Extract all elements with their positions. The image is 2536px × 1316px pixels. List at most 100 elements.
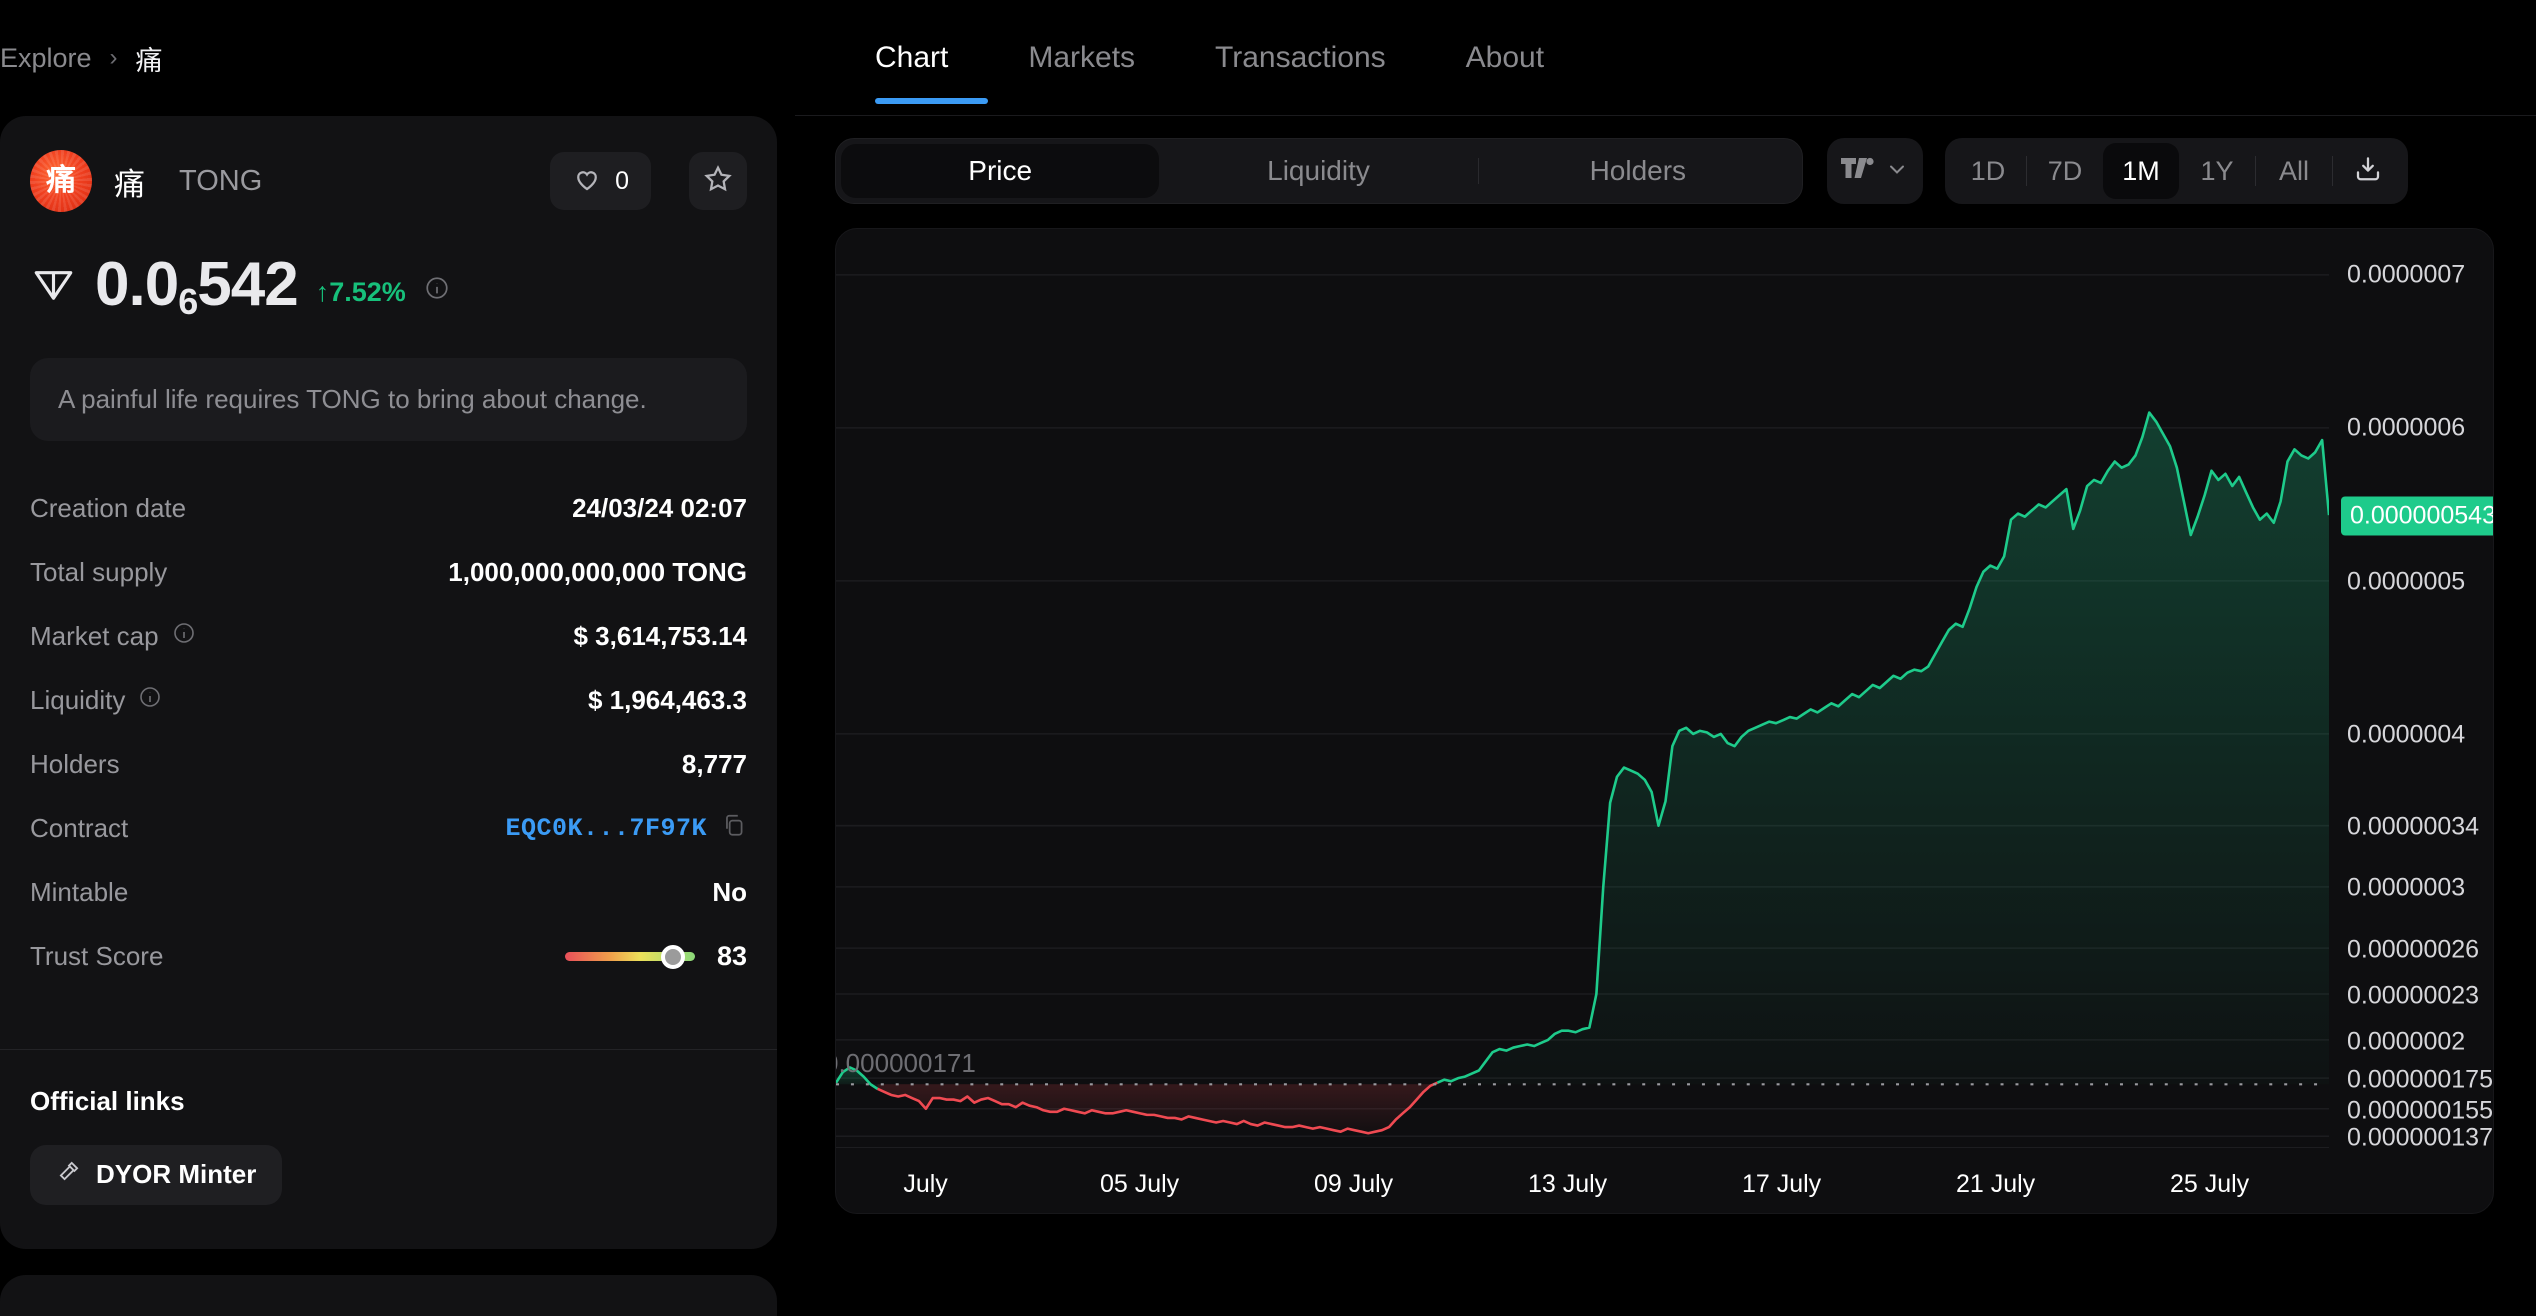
range-all[interactable]: All [2256, 143, 2332, 199]
chart-toolbar: Price Liquidity Holders 1D 7D 1M 1Y All [795, 116, 2536, 204]
price-suffix: 542 [197, 250, 298, 319]
stat-label: Total supply [30, 557, 168, 587]
tradingview-button[interactable] [1827, 138, 1923, 204]
chart-svg [836, 274, 2329, 1138]
chevron-down-icon [1885, 157, 1909, 186]
hammer-icon [56, 1158, 82, 1191]
chart-x-axis: July 05 July 09 July 13 July 17 July 21 July 2… [836, 1147, 2329, 1213]
tab-chart[interactable]: Chart [875, 0, 989, 116]
stat-row-mintable: Mintable No [30, 861, 747, 925]
stat-label: Market cap [30, 621, 196, 652]
token-header: 痛 痛 TONG 0 [30, 150, 747, 212]
y-axis-tick: 0.000000137 [2347, 1123, 2493, 1152]
link-dyor-minter[interactable]: DYOR Minter [30, 1144, 283, 1205]
tab-about[interactable]: About [1426, 0, 1584, 116]
stat-label: Holders [30, 749, 120, 779]
y-axis-tick: 0.00000026 [2347, 935, 2480, 964]
time-range-group: 1D 7D 1M 1Y All [1945, 138, 2408, 204]
x-axis-tick: 21 July [1955, 1170, 2036, 1198]
range-7d[interactable]: 7D [2027, 143, 2103, 199]
metric-liquidity[interactable]: Liquidity [1159, 144, 1477, 198]
stat-label-text: Market cap [30, 621, 159, 651]
trust-score-value: 83 [716, 941, 747, 971]
token-logo: 痛 [30, 150, 92, 212]
range-1y[interactable]: 1Y [2179, 143, 2255, 199]
stat-label: Creation date [30, 493, 187, 523]
baseline-label: 0.000000171 [835, 1048, 976, 1079]
price-chart[interactable]: 0.000000171 0.0000007 0.0000006 0.0000005 0… [835, 228, 2494, 1214]
favorite-button[interactable] [689, 152, 747, 210]
trust-score-slider[interactable] [564, 944, 695, 969]
stat-label-text: Liquidity [30, 685, 126, 715]
metric-toggle-group: Price Liquidity Holders [835, 138, 1803, 204]
stat-value: No [712, 877, 747, 907]
tradingview-icon [1841, 156, 1875, 187]
token-sidebar: Explore › 痛 痛 痛 TONG 0 0.06542 ↑7.52% A … [0, 0, 795, 1316]
price-zero-count: 6 [178, 281, 198, 322]
stat-label: Contract [30, 813, 129, 843]
y-axis-tick: 0.0000002 [2347, 1027, 2466, 1056]
tab-markets[interactable]: Markets [988, 0, 1175, 116]
chart-panel: Chart Markets Transactions About Price L… [795, 0, 2536, 1316]
current-price-tag: 0.000000543 [2341, 496, 2493, 536]
chart-plot-area: 0.000000171 [836, 229, 2329, 1147]
y-axis-tick: 0.0000003 [2347, 873, 2466, 902]
token-stats-table: Creation date 24/03/24 02:07 Total suppl… [30, 477, 747, 989]
x-axis-tick: 13 July [1527, 1170, 1608, 1198]
breadcrumb-explore[interactable]: Explore [0, 43, 92, 74]
price-info-icon[interactable] [424, 275, 450, 306]
y-axis-tick: 0.0000007 [2347, 260, 2466, 289]
official-links-section: Official links DYOR Minter [0, 1050, 777, 1249]
copy-icon[interactable] [721, 812, 747, 845]
stat-label: Mintable [30, 877, 129, 907]
stat-row-liquidity: Liquidity $ 1,964,463.3 [30, 669, 747, 733]
breadcrumb-separator-icon: › [109, 44, 118, 71]
stat-value: $ 3,614,753.14 [573, 621, 748, 651]
token-ticker: TONG [179, 164, 263, 197]
stat-row-holders: Holders 8,777 [30, 733, 747, 797]
price-change: ↑7.52% [315, 277, 406, 307]
like-button[interactable]: 0 [550, 152, 651, 210]
token-overview-body: 痛 痛 TONG 0 0.06542 ↑7.52% A painful life… [0, 116, 777, 1033]
chart-y-axis: 0.0000007 0.0000006 0.0000005 0.0000004 0.00… [2329, 229, 2493, 1152]
contract-address-link[interactable]: EQC0K...7F97K [505, 814, 707, 843]
token-logo-char: 痛 [46, 164, 76, 197]
stat-label: Liquidity [30, 685, 162, 716]
y-axis-tick: 0.000000155 [2347, 1096, 2493, 1125]
y-axis-tick: 0.000000175 [2347, 1065, 2493, 1094]
breadcrumb-current: 痛 [135, 45, 163, 76]
x-axis-tick: July [903, 1170, 948, 1198]
tab-transactions[interactable]: Transactions [1175, 0, 1426, 116]
download-button[interactable] [2333, 143, 2403, 199]
link-label: DYOR Minter [96, 1159, 257, 1189]
metric-holders[interactable]: Holders [1479, 144, 1797, 198]
y-axis-tick: 0.0000005 [2347, 567, 2466, 596]
chart-area-fill [836, 412, 2329, 1134]
market-cap-info-icon[interactable] [172, 621, 196, 652]
y-axis-tick: 0.0000006 [2347, 413, 2466, 442]
price-row: 0.06542 ↑7.52% [30, 254, 747, 320]
official-links-title: Official links [30, 1085, 185, 1116]
range-1m[interactable]: 1M [2103, 143, 2179, 199]
token-overview-card: 痛 痛 TONG 0 0.06542 ↑7.52% A painful life… [0, 116, 777, 1249]
ton-diamond-icon [30, 260, 77, 307]
breadcrumb: Explore › 痛 [0, 0, 795, 116]
stat-row-trust-score: Trust Score 83 [30, 925, 747, 989]
x-axis-tick: 17 July [1741, 1170, 1822, 1198]
stat-row-total-supply: Total supply 1,000,000,000,000 TONG [30, 541, 747, 605]
heart-icon [572, 164, 602, 199]
stat-value-wrap: EQC0K...7F97K [505, 812, 747, 845]
stat-row-contract: Contract EQC0K...7F97K [30, 797, 747, 861]
y-axis-tick: 0.00000034 [2347, 812, 2480, 841]
metric-price[interactable]: Price [841, 144, 1160, 198]
liquidity-info-icon[interactable] [138, 685, 162, 716]
trust-score-knob[interactable] [660, 944, 685, 969]
range-1d[interactable]: 1D [1950, 143, 2026, 199]
stat-row-creation-date: Creation date 24/03/24 02:07 [30, 477, 747, 541]
sentiment-card: How do you feel about $TONG today? [0, 1274, 777, 1316]
stat-value: 24/03/24 02:07 [572, 493, 747, 523]
like-count: 0 [615, 166, 629, 195]
y-axis-tick: 0.00000023 [2347, 981, 2480, 1010]
stat-row-market-cap: Market cap $ 3,614,753.14 [30, 605, 747, 669]
x-axis-tick: 25 July [2169, 1170, 2250, 1198]
